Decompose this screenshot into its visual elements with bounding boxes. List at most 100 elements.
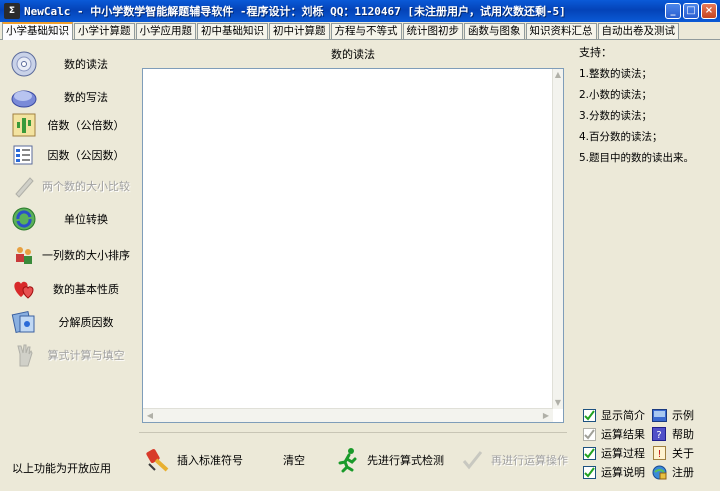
example-icon — [651, 407, 667, 423]
sidebar-item-compare[interactable]: 两个数的大小比较 — [2, 170, 134, 202]
about-link[interactable]: ! 关于 — [651, 444, 694, 462]
scroll-right-icon[interactable]: ▶ — [541, 411, 551, 421]
sidebar-item-label: 分解质因数 — [58, 316, 114, 329]
about-label: 关于 — [672, 447, 694, 460]
register-icon — [651, 464, 667, 480]
minimize-button[interactable]: _ — [665, 3, 681, 19]
sidebar-item-prime-factorization[interactable]: 分解质因数 — [2, 306, 134, 338]
sidebar-item-sorting[interactable]: 一列数的大小排序 — [2, 239, 134, 271]
insert-symbol-button[interactable]: 插入标准符号 — [145, 445, 243, 475]
vertical-scrollbar[interactable]: ▲ ▼ — [552, 69, 563, 409]
sidebar: 数的读法 数的写法 倍数（公倍数） 因数（公因数） 两个数的大小比较 单位转换 — [2, 42, 134, 487]
tab-primary-calc[interactable]: 小学计算题 — [74, 23, 135, 39]
tab-statistics[interactable]: 统计图初步 — [402, 23, 463, 39]
calc-process-checkbox[interactable]: 运算过程 — [583, 444, 645, 462]
main-panel: 数的读法 ▲ ▼ ◀ ▶ — [139, 44, 567, 424]
maximize-button[interactable]: □ — [683, 3, 699, 19]
support-line: 3.分数的读法； — [579, 110, 653, 122]
input-textarea[interactable]: ▲ ▼ ◀ ▶ — [142, 68, 564, 423]
formula-check-button[interactable]: 先进行算式检测 — [335, 445, 444, 475]
sidebar-item-formula-calc[interactable]: 算式计算与填空 — [2, 339, 134, 371]
help-link[interactable]: ? 帮助 — [651, 425, 694, 443]
title-bar[interactable]: Σ NewCalc - 中小学数学智能解题辅导软件 -程序设计：刘栎 QQ：11… — [0, 0, 720, 22]
cd-disc-icon — [10, 50, 38, 78]
running-man-icon — [335, 447, 361, 473]
run-operation-button[interactable]: 再进行运算操作 — [459, 445, 568, 475]
list-icon — [10, 141, 38, 169]
tab-equations[interactable]: 方程与不等式 — [330, 23, 402, 39]
sidebar-item-label: 单位转换 — [64, 213, 108, 226]
close-button[interactable]: × — [701, 3, 717, 19]
factor-icon — [10, 308, 38, 336]
svg-text:!: ! — [657, 449, 661, 460]
open-features-note: 以上功能为开放应用 — [12, 462, 111, 475]
sidebar-item-unit-conversion[interactable]: 单位转换 — [2, 203, 134, 235]
cactus-icon — [10, 111, 38, 139]
sidebar-item-multiples[interactable]: 倍数（公倍数） — [2, 109, 134, 141]
sidebar-item-label: 两个数的大小比较 — [42, 180, 130, 193]
help-icon: ? — [651, 426, 667, 442]
hearts-icon — [10, 275, 38, 303]
checkbox-box — [583, 446, 596, 460]
support-panel: 支持： 1.整数的读法； 2.小数的读法； 3.分数的读法； 4.百分数的读法；… — [573, 44, 718, 487]
scroll-up-icon[interactable]: ▲ — [553, 70, 563, 80]
window-title: NewCalc - 中小学数学智能解题辅导软件 -程序设计：刘栎 QQ：1120… — [24, 5, 566, 18]
insert-symbol-label: 插入标准符号 — [177, 454, 243, 467]
bottom-toolbar: 插入标准符号 清空 先进行算式检测 再进行运算操作 — [139, 432, 568, 487]
support-line: 4.百分数的读法； — [579, 131, 663, 143]
tab-junior-basics[interactable]: 初中基础知识 — [197, 23, 268, 39]
people-icon — [10, 241, 38, 269]
tab-knowledge[interactable]: 知识资料汇总 — [525, 23, 597, 39]
clear-label: 清空 — [283, 454, 305, 467]
example-link[interactable]: 示例 — [651, 406, 694, 424]
calc-explain-checkbox[interactable]: 运算说明 — [583, 463, 645, 481]
support-line: 2.小数的读法； — [579, 89, 653, 101]
horizontal-scrollbar[interactable]: ◀ ▶ — [143, 408, 553, 422]
tab-auto-exam[interactable]: 自动出卷及测试 — [597, 23, 679, 39]
checkbox-label: 显示简介 — [601, 409, 645, 422]
show-intro-checkbox[interactable]: 显示简介 — [583, 406, 645, 424]
paintbrush-icon — [145, 447, 171, 473]
register-label: 注册 — [672, 466, 694, 479]
sidebar-item-label: 数的读法 — [64, 58, 108, 71]
hand-icon — [10, 341, 38, 369]
tab-strip: 小学基础知识 小学计算题 小学应用题 初中基础知识 初中计算题 方程与不等式 统… — [0, 22, 720, 40]
tab-primary-basics[interactable]: 小学基础知识 — [2, 22, 73, 40]
sidebar-item-label: 因数（公因数） — [47, 149, 125, 162]
run-operation-label: 再进行运算操作 — [491, 454, 568, 467]
support-line: 1.整数的读法； — [579, 68, 653, 80]
scroll-left-icon[interactable]: ◀ — [145, 411, 155, 421]
sidebar-item-label: 一列数的大小排序 — [42, 249, 130, 262]
register-link[interactable]: 注册 — [651, 463, 694, 481]
scroll-down-icon[interactable]: ▼ — [553, 398, 563, 408]
sidebar-item-properties[interactable]: 数的基本性质 — [2, 273, 134, 305]
sidebar-item-label: 数的基本性质 — [53, 283, 119, 296]
checkmark-icon — [459, 447, 485, 473]
clear-button[interactable]: 清空 — [277, 445, 305, 475]
checkbox-box — [583, 408, 596, 422]
checkbox-box — [583, 465, 596, 479]
support-line: 5.题目中的数的读出来。 — [579, 152, 695, 164]
sidebar-item-label: 倍数（公倍数） — [47, 119, 125, 132]
support-title: 支持： — [579, 46, 612, 59]
checkbox-box — [583, 427, 596, 441]
formula-check-label: 先进行算式检测 — [367, 454, 444, 467]
panel-title: 数的读法 — [331, 48, 375, 61]
tab-functions[interactable]: 函数与图象 — [464, 23, 525, 39]
disk-icon — [10, 83, 38, 111]
pen-icon — [10, 172, 38, 200]
recycle-icon — [10, 205, 38, 233]
sidebar-item-number-reading[interactable]: 数的读法 — [2, 48, 134, 80]
about-icon: ! — [651, 445, 667, 461]
sidebar-item-factors[interactable]: 因数（公因数） — [2, 139, 134, 171]
sidebar-item-label: 数的写法 — [64, 91, 108, 104]
tab-junior-calc[interactable]: 初中计算题 — [269, 23, 330, 39]
app-icon: Σ — [4, 3, 20, 19]
sidebar-item-label: 算式计算与填空 — [47, 349, 125, 362]
example-label: 示例 — [672, 409, 694, 422]
help-label: 帮助 — [672, 428, 694, 441]
checkbox-label: 运算说明 — [601, 466, 645, 479]
calc-result-checkbox[interactable]: 运算结果 — [583, 425, 645, 443]
tab-primary-word-problems[interactable]: 小学应用题 — [135, 23, 196, 39]
checkbox-label: 运算结果 — [601, 428, 645, 441]
